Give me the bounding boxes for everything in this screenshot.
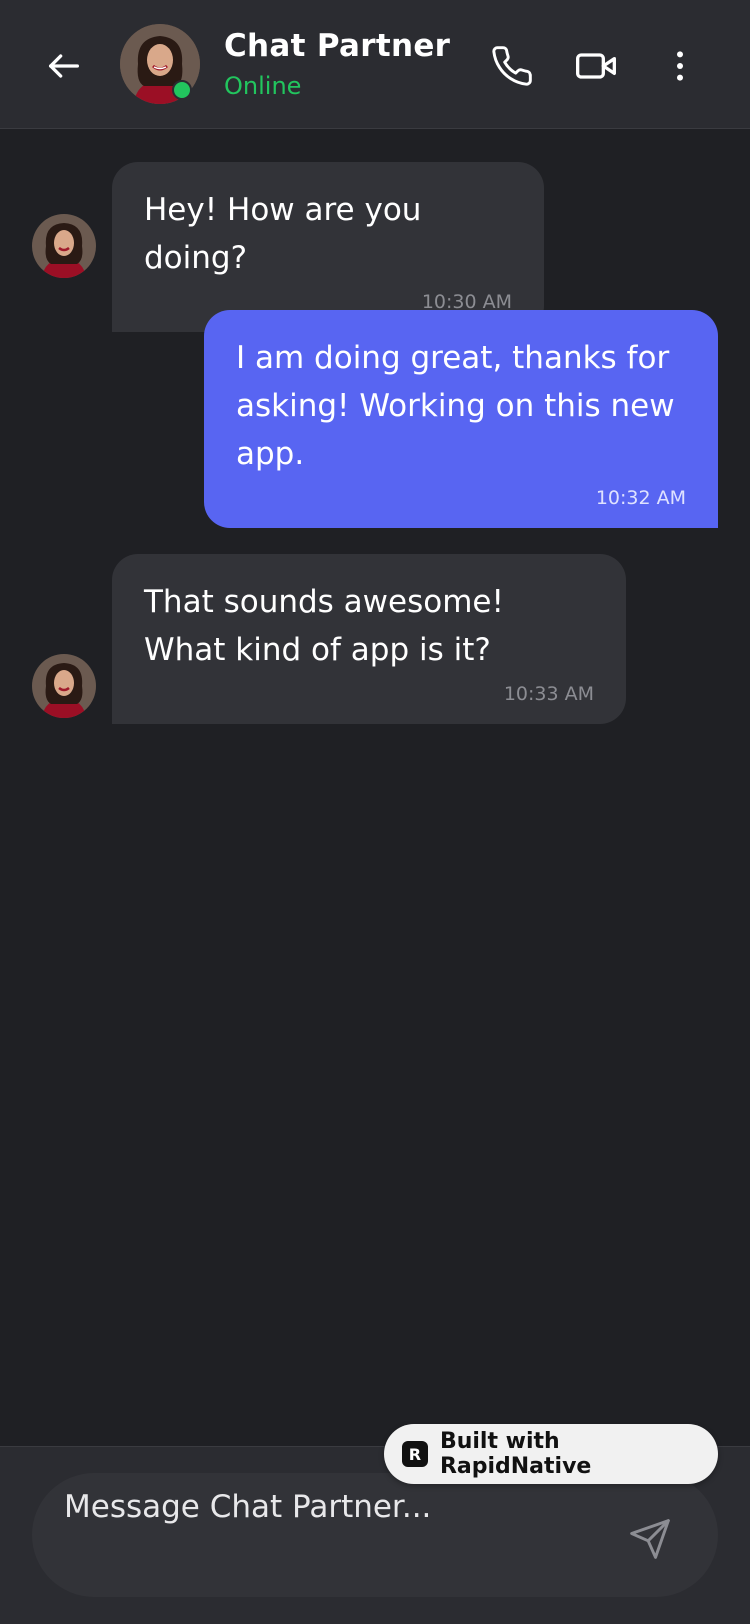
badge-label: Built with RapidNative (439, 1429, 592, 1479)
rapidnative-logo-icon: R (402, 1441, 428, 1467)
more-vertical-icon (677, 51, 683, 81)
contact-status: Online (224, 72, 302, 100)
message-bubble-incoming[interactable]: That sounds awesome! What kind of app is… (112, 554, 626, 724)
more-options-button[interactable] (654, 40, 706, 92)
call-button[interactable] (486, 40, 538, 92)
phone-icon (492, 46, 532, 86)
send-button[interactable] (622, 1511, 678, 1567)
chat-header: Chat Partner Online (0, 0, 750, 129)
contact-name: Chat Partner (224, 28, 451, 64)
arrow-left-icon (49, 54, 80, 78)
message-text: Hey! How are you doing? (144, 192, 422, 276)
send-icon (630, 1519, 670, 1559)
message-time: 10:33 AM (503, 683, 594, 705)
message-time: 10:32 AM (595, 487, 686, 509)
message-input-placeholder: Message Chat Partner... (64, 1489, 432, 1525)
online-indicator (172, 80, 192, 100)
header-avatar[interactable] (120, 24, 200, 104)
message-bubble-outgoing[interactable]: I am doing great, thanks for asking! Wor… (204, 310, 718, 528)
video-call-button[interactable] (570, 40, 622, 92)
message-bubble-incoming[interactable]: Hey! How are you doing? 10:30 AM (112, 162, 544, 332)
back-button[interactable] (40, 42, 88, 90)
message-avatar (32, 214, 96, 278)
message-input[interactable]: Message Chat Partner... (32, 1473, 718, 1597)
message-avatar (32, 654, 96, 718)
message-text: That sounds awesome! What kind of app is… (144, 584, 504, 668)
video-icon (576, 53, 616, 79)
message-text: I am doing great, thanks for asking! Wor… (236, 340, 675, 472)
built-with-badge[interactable]: R Built with RapidNative (384, 1424, 718, 1484)
